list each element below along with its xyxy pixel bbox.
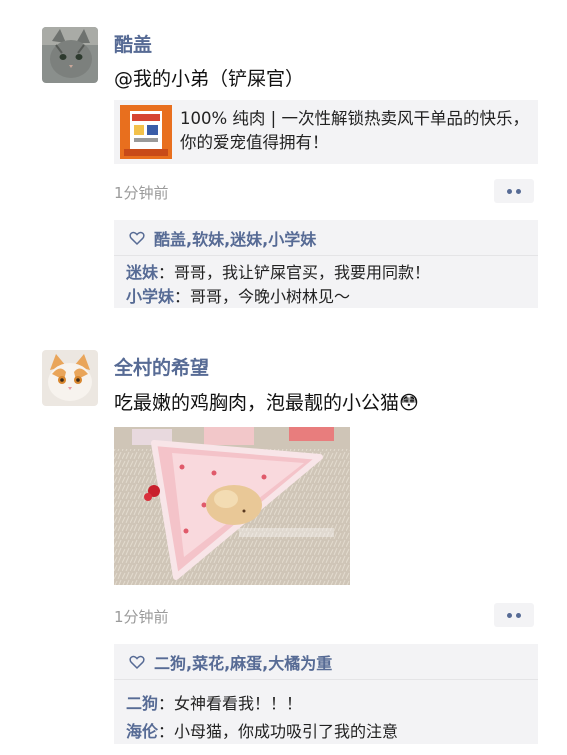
comment-author[interactable]: 迷妹	[126, 263, 158, 282]
more-actions-button[interactable]	[494, 179, 534, 203]
comment-text: 哥哥，我让铲屎官买，我要用同款！	[174, 263, 431, 282]
interaction-panel: 酷盖,软妹,迷妹,小学妹 迷妹：哥哥，我让铲屎官买，我要用同款！ 小学妹：哥哥，…	[114, 220, 538, 308]
moments-feed: 酷盖 @我的小弟（铲屎官） 100% 纯肉 | 一次性解锁热卖风干单品的快乐，你…	[0, 0, 567, 755]
more-actions-button[interactable]	[494, 603, 534, 627]
comment-author[interactable]: 海伦	[126, 722, 158, 741]
more-dots-icon	[507, 612, 512, 618]
likes-list[interactable]: 二狗,菜花,麻蛋,大橘为重	[154, 650, 332, 674]
author-name[interactable]: 全村的希望	[114, 353, 209, 380]
comment-author[interactable]: 二狗	[126, 694, 158, 713]
post-photo[interactable]	[114, 427, 350, 585]
link-title: 100% 纯肉 | 一次性解锁热卖风干单品的快乐，你的爱宠值得拥有！	[180, 109, 529, 152]
link-thumbnail	[120, 105, 172, 159]
shared-link-card[interactable]: 100% 纯肉 | 一次性解锁热卖风干单品的快乐，你的爱宠值得拥有！	[114, 100, 538, 164]
likes-list[interactable]: 酷盖,软妹,迷妹,小学妹	[154, 226, 316, 250]
comments-list: 二狗：女神看看我！！！ 海伦：小母猫，你成功吸引了我的注意	[114, 680, 538, 750]
comment-item[interactable]: 迷妹：哥哥，我让铲屎官买，我要用同款！	[126, 261, 528, 285]
comment-item[interactable]: 二狗：女神看看我！！！	[126, 690, 528, 718]
flushed-face-emoji: 😳	[399, 392, 419, 414]
comments-list: 迷妹：哥哥，我让铲屎官买，我要用同款！ 小学妹：哥哥，今晚小树林见～	[114, 256, 538, 313]
author-name[interactable]: 酷盖	[114, 30, 152, 57]
likes-row: 二狗,菜花,麻蛋,大橘为重	[114, 644, 538, 680]
comment-author[interactable]: 小学妹	[126, 287, 174, 306]
more-dots-icon	[507, 188, 512, 194]
avatar[interactable]	[42, 27, 98, 83]
comment-text: 小母猫，你成功吸引了我的注意	[174, 722, 399, 741]
moment-post: 全村的希望 吃最嫩的鸡胸肉，泡最靓的小公猫😳 1分钟前 二狗,菜花,麻蛋,大橘为…	[0, 310, 567, 755]
avatar[interactable]	[42, 350, 98, 406]
heart-outline-icon	[129, 231, 145, 245]
interaction-panel: 二狗,菜花,麻蛋,大橘为重 二狗：女神看看我！！！ 海伦：小母猫，你成功吸引了我…	[114, 644, 538, 744]
moment-post: 酷盖 @我的小弟（铲屎官） 100% 纯肉 | 一次性解锁热卖风干单品的快乐，你…	[0, 0, 567, 310]
heart-outline-icon	[129, 655, 145, 669]
comment-text: 女神看看我！！！	[174, 694, 303, 713]
post-time: 1分钟前	[114, 608, 169, 626]
comment-text: 哥哥，今晚小树林见～	[190, 287, 351, 306]
likes-row: 酷盖,软妹,迷妹,小学妹	[114, 220, 538, 256]
comment-item[interactable]: 小学妹：哥哥，今晚小树林见～	[126, 285, 528, 309]
post-time: 1分钟前	[114, 184, 169, 202]
post-text: @我的小弟（铲屎官）	[114, 68, 305, 90]
comment-item[interactable]: 海伦：小母猫，你成功吸引了我的注意	[126, 718, 528, 746]
post-text: 吃最嫩的鸡胸肉，泡最靓的小公猫😳	[114, 392, 419, 414]
